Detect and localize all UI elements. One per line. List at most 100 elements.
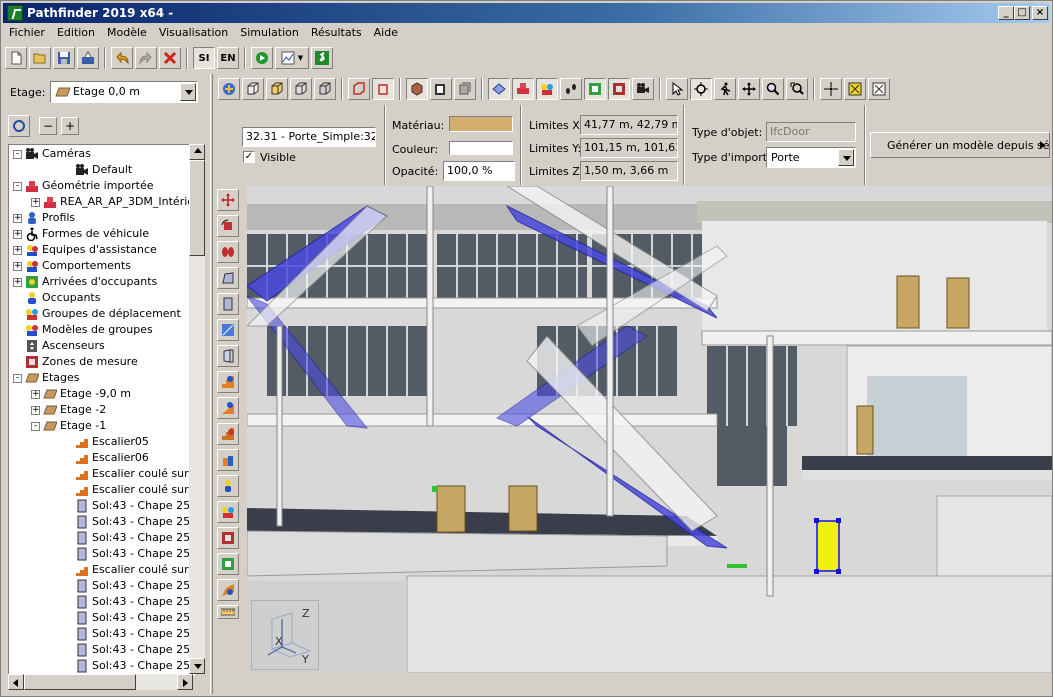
draw-stair-alt-button[interactable] (217, 423, 239, 445)
view-top-button[interactable] (242, 78, 264, 100)
tree-expand-icon[interactable]: + (31, 198, 40, 207)
menu-simulation[interactable]: Simulation (234, 24, 305, 41)
tree-expand-icon[interactable]: + (31, 390, 40, 399)
move-tool-button[interactable] (217, 189, 239, 211)
tree-item[interactable]: Sol:43 - Chape 25 cm (9, 610, 194, 626)
maximize-button[interactable]: □ (1014, 6, 1030, 20)
draw-rect-room-button[interactable] (217, 293, 239, 315)
view-iso-button[interactable] (314, 78, 336, 100)
scroll-right-button[interactable] (177, 674, 193, 690)
exit-door-tool-button[interactable] (217, 579, 239, 601)
tree-item[interactable]: Escalier05 (9, 434, 194, 450)
object-name-field[interactable]: 32.31 - Porte_Simple:32.31 (242, 127, 376, 147)
delete-button[interactable] (159, 47, 181, 69)
visible-checkbox[interactable]: ✓ (243, 151, 255, 163)
export-button[interactable] (77, 47, 99, 69)
exit-sign-button[interactable] (311, 47, 333, 69)
tree-item[interactable]: Sol:43 - Chape 25 cm (9, 530, 194, 546)
tree-item[interactable]: Escalier coulé sur pla (9, 482, 194, 498)
tree-item[interactable]: Escalier coulé sur pla (9, 466, 194, 482)
floor-select[interactable]: Etage 0,0 m (50, 81, 198, 103)
tree-item[interactable]: Escalier coulé sur pla (9, 562, 194, 578)
tree-item[interactable]: - Etage -1 (9, 418, 194, 434)
scroll-up-button[interactable] (189, 144, 205, 160)
expand-all-button[interactable]: + (61, 117, 79, 135)
building-model-render[interactable] (247, 186, 1052, 673)
panel-splitter[interactable] (210, 74, 213, 694)
color-swatch[interactable] (449, 141, 513, 155)
open-file-button[interactable] (29, 47, 51, 69)
orthographic-button[interactable] (372, 78, 394, 100)
reset-view-button[interactable] (868, 78, 890, 100)
close-button[interactable]: × (1032, 6, 1048, 20)
navigation-tree[interactable]: - Caméras Default - Géométrie importée + REA_A… (8, 144, 195, 676)
tree-item[interactable]: Sol:43 - Chape 25 cm (9, 514, 194, 530)
run-simulation-button[interactable] (251, 47, 273, 69)
ruler-tool-button[interactable] (217, 605, 239, 619)
tree-sync-button[interactable] (8, 115, 30, 137)
scroll-left-button[interactable] (8, 674, 24, 690)
results-dropdown-button[interactable]: ▼ (275, 47, 309, 69)
save-button[interactable] (53, 47, 75, 69)
tree-item[interactable]: Groupes de déplacement (9, 306, 194, 322)
tree-item[interactable]: + Etage -2 (9, 402, 194, 418)
tree-item[interactable]: - Géométrie importée (9, 178, 194, 194)
render-solid-button[interactable] (430, 78, 452, 100)
select-tool-button[interactable] (666, 78, 688, 100)
fit-view-button[interactable] (820, 78, 842, 100)
3d-viewport[interactable]: Z X Y (247, 186, 1052, 673)
tree-item[interactable]: Sol:43 - Chape 25 cm (9, 594, 194, 610)
tree-collapse-icon[interactable]: - (13, 150, 22, 159)
show-cameras-button[interactable] (632, 78, 654, 100)
chevron-down-icon[interactable] (180, 83, 196, 101)
tree-collapse-icon[interactable]: - (13, 182, 22, 191)
tree-item[interactable]: Sol:43 - Chape 25 cm (9, 642, 194, 658)
tree-item[interactable]: + Etage -9,0 m (9, 386, 194, 402)
menu-resultats[interactable]: Résultats (305, 24, 368, 41)
opacity-field[interactable]: 100,0 % (443, 161, 515, 181)
menu-modele[interactable]: Modèle (101, 24, 153, 41)
tree-item[interactable]: Zones de mesure (9, 354, 194, 370)
new-file-button[interactable] (5, 47, 27, 69)
tree-expand-icon[interactable]: + (13, 230, 22, 239)
collapse-all-button[interactable]: − (39, 117, 57, 135)
show-paths-button[interactable] (560, 78, 582, 100)
view-side-button[interactable] (290, 78, 312, 100)
draw-ramp-button[interactable] (217, 397, 239, 419)
zoom-tool-button[interactable] (762, 78, 784, 100)
view-all-button[interactable] (218, 78, 240, 100)
viewport-horizontal-scrollbar[interactable] (214, 675, 1052, 693)
scroll-down-button[interactable] (189, 658, 205, 674)
tree-item[interactable]: - Caméras (9, 146, 194, 162)
tree-item[interactable]: Sol:43 - Chape 25 cm (9, 626, 194, 642)
tree-item[interactable]: + Formes de véhicule (9, 226, 194, 242)
tree-horizontal-scrollbar[interactable] (8, 674, 193, 690)
tree-item[interactable]: + Arrivées d'occupants (9, 274, 194, 290)
tree-item[interactable]: - Etages (9, 370, 194, 386)
tree-expand-icon[interactable]: + (13, 214, 22, 223)
tree-collapse-icon[interactable]: - (13, 374, 22, 383)
tree-item[interactable]: + REA_AR_AP_3DM_Intérie (9, 194, 194, 210)
rotate-tool-button[interactable] (217, 215, 239, 237)
generate-model-button[interactable]: Générer un modèle depuis sélection (870, 132, 1050, 158)
zoom-box-tool-button[interactable] (786, 78, 808, 100)
draw-wall-button[interactable] (217, 319, 239, 341)
tree-item[interactable]: Sol:43 - Chape 25 cm (9, 658, 194, 674)
tree-item[interactable]: Sol:43 - Chape 25 cm (9, 498, 194, 514)
hscroll-thumb[interactable] (24, 674, 136, 690)
tree-expand-icon[interactable]: + (13, 278, 22, 287)
minimize-button[interactable]: _ (998, 6, 1014, 20)
pan-tool-button[interactable] (738, 78, 760, 100)
draw-door-button[interactable] (217, 345, 239, 367)
show-geometry-button[interactable] (512, 78, 534, 100)
import-type-select[interactable]: Porte (766, 147, 856, 168)
add-occupant-group-button[interactable] (217, 501, 239, 523)
measurement-region-button[interactable] (217, 527, 239, 549)
menu-aide[interactable]: Aide (368, 24, 404, 41)
show-rooms-button[interactable] (584, 78, 606, 100)
tree-collapse-icon[interactable]: - (31, 422, 40, 431)
add-occupants-tool-button[interactable] (217, 241, 239, 263)
walk-tool-button[interactable] (714, 78, 736, 100)
tree-item[interactable]: Sol:43 - Chape 25 cm (9, 578, 194, 594)
menu-fichier[interactable]: Fichier (3, 24, 51, 41)
